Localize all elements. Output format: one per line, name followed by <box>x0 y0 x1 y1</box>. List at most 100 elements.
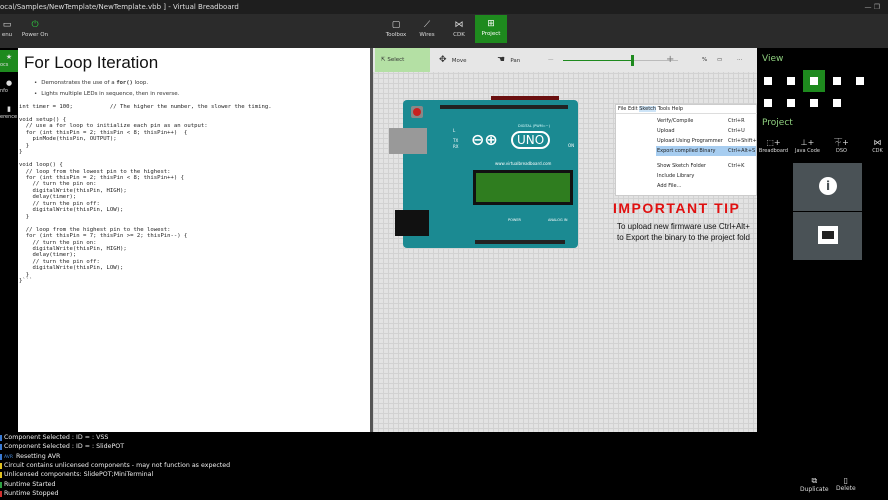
menu-item-include-library[interactable]: Include Library <box>656 171 756 181</box>
canvas-toolbar: ⇱ Select ✥ Move ☚ Pan — + % ▭ ··· <box>373 48 757 72</box>
more-button[interactable]: ··· <box>737 48 742 72</box>
menu-item-show-folder[interactable]: Show Sketch Folder Ctrl+K <box>656 161 756 171</box>
info-icon: i <box>819 177 837 195</box>
zoom-slider-thumb[interactable] <box>631 55 634 66</box>
add-java-code-button[interactable]: ⊥+ Java Code <box>791 138 824 154</box>
l-led-label: L <box>453 128 456 133</box>
info-tile[interactable]: i <box>793 163 862 211</box>
menu-edit[interactable]: Edit <box>628 106 638 112</box>
log-text: Unlicensed components: SlidePOT;MiniTerm… <box>4 471 154 479</box>
view-layout-button[interactable] <box>780 70 802 92</box>
cdk-project-button[interactable]: ⋈ CDK <box>861 138 888 154</box>
view-layout-button[interactable] <box>780 92 802 114</box>
log-text: Component Selected : ID = : SlidePOT <box>4 443 125 451</box>
menu-item-export-binary[interactable]: Export compiled Binary Ctrl+Alt+S <box>656 146 756 156</box>
analog-label: ANALOG IN <box>548 218 568 222</box>
breadboard-canvas[interactable]: ⇱ Select ✥ Move ☚ Pan — + % ▭ ··· DIGITA… <box>373 48 757 432</box>
log-line: Component Selected : ID = : SlidePOT <box>4 443 124 450</box>
pan-tool[interactable]: ☚ Pan <box>497 48 520 72</box>
trash-icon: ▯ <box>843 476 849 485</box>
duplicate-button[interactable]: ⧉ Duplicate <box>800 476 829 493</box>
log-line: Component Selected : ID = : VSS <box>4 434 108 441</box>
hand-icon: ☚ <box>497 55 506 65</box>
nav-info[interactable]: ● nfo <box>0 76 18 98</box>
book-icon: ▮ <box>7 105 11 113</box>
log-line: AVR Resetting AVR <box>4 453 60 460</box>
log-level-marker <box>0 435 2 441</box>
tip-text: to Export the binary to the project fold <box>617 233 750 242</box>
log-level-marker <box>0 462 2 469</box>
doc-title: For Loop Iteration <box>24 53 159 72</box>
breadboard-add-icon: ⬚+ <box>766 138 781 147</box>
cdk-button[interactable]: ⋈ CDK <box>447 16 471 46</box>
menu-sketch[interactable]: Sketch <box>639 106 657 112</box>
menu-button[interactable]: ▭ enu <box>0 16 14 46</box>
dso-add-icon: ⏇+ <box>834 138 849 147</box>
avr-badge: AVR <box>4 454 13 460</box>
power-header <box>475 240 565 244</box>
arduino-logo: ⊖⊕ <box>471 130 498 149</box>
toolbox-icon: ▢ <box>391 20 401 30</box>
project-icon: ⊞ <box>487 19 495 29</box>
log-text: Runtime Started <box>4 480 56 488</box>
nav-docs[interactable]: ★ ocs <box>0 50 18 72</box>
view-title: View <box>762 54 784 64</box>
sketch-menu: File Edit Sketch Tools Help Verify/Compi… <box>615 104 757 196</box>
log-text: Resetting AVR <box>16 452 61 460</box>
view-layout-button[interactable] <box>803 92 825 114</box>
log-level-marker <box>0 472 2 479</box>
docs-panel: For Loop Iteration Demonstrates the use … <box>18 48 370 432</box>
wires-icon: ⟋ <box>423 20 431 30</box>
digital-header <box>440 105 568 109</box>
menu-item-upload-programmer[interactable]: Upload Using Programmer Ctrl+Shift+ <box>656 136 757 146</box>
log-line: Circuit contains unlicensed components -… <box>4 462 230 469</box>
view-layout-button[interactable] <box>757 70 779 92</box>
window-controls[interactable]: — ❐ <box>864 0 880 14</box>
view-layout-button[interactable] <box>826 92 848 114</box>
menu-bar: File Edit Sketch Tools Help <box>616 105 757 114</box>
fit-screen-icon[interactable]: ▭ <box>717 48 722 72</box>
chip-tile[interactable] <box>793 212 862 260</box>
left-nav: ★ ocs ● nfo ▮ erence <box>0 48 18 432</box>
on-led-label: ON <box>568 143 575 148</box>
view-layout-button[interactable] <box>849 70 871 92</box>
usb-port <box>389 128 427 154</box>
project-button[interactable]: ⊞ Project <box>475 15 507 43</box>
nav-reference[interactable]: ▮ erence <box>0 102 18 124</box>
menu-tools[interactable]: Tools <box>658 106 670 112</box>
mcu-module <box>473 170 573 205</box>
toolbox-button[interactable]: ▢ Toolbox <box>383 16 409 46</box>
add-dso-button[interactable]: ⏇+ DSO <box>825 138 858 154</box>
view-layout-button[interactable] <box>757 92 779 114</box>
zoom-out-button[interactable]: — <box>548 48 554 72</box>
zoom-slider-fill <box>563 60 632 61</box>
code-block: int timer = 100; // The higher the numbe… <box>19 104 272 285</box>
select-tool[interactable]: ⇱ Select <box>375 48 430 72</box>
power-label: POWER <box>508 218 521 222</box>
reset-button[interactable] <box>411 106 423 118</box>
log-level-marker <box>0 453 2 460</box>
menu-help[interactable]: Help <box>672 106 683 112</box>
arduino-uno-board[interactable]: DIGITAL (PWM=~) ⊖⊕ UNO L TX RX ON www.vi… <box>389 100 578 248</box>
rx-led-label: RX <box>453 144 459 149</box>
zoom-slider[interactable] <box>563 55 678 66</box>
zoom-in-button[interactable]: + <box>666 48 674 72</box>
doc-bullet: Demonstrates the use of a for() loop. <box>34 80 148 86</box>
menu-item-verify[interactable]: Verify/Compile Ctrl+R <box>656 116 756 126</box>
view-layout-button[interactable] <box>826 70 848 92</box>
inline-code: for() <box>116 80 133 86</box>
move-tool[interactable]: ✥ Move <box>439 48 467 72</box>
digital-label: DIGITAL (PWM=~) <box>518 124 550 128</box>
wires-button[interactable]: ⟋ Wires <box>415 16 439 46</box>
output-log: Component Selected : ID = : VSS Component… <box>0 432 780 500</box>
menu-item-upload[interactable]: Upload Ctrl+U <box>656 126 756 136</box>
view-layout-button[interactable] <box>803 70 825 92</box>
log-level-marker <box>0 444 2 451</box>
delete-button[interactable]: ▯ Delete <box>836 476 856 492</box>
log-level-marker <box>0 490 2 497</box>
power-on-button[interactable]: ⏻ Power On <box>20 16 50 46</box>
menu-item-add-file[interactable]: Add File... <box>656 181 756 191</box>
menu-file[interactable]: File <box>618 106 626 112</box>
log-text: Runtime Stopped <box>4 489 59 497</box>
add-breadboard-button[interactable]: ⬚+ Breadboard <box>757 138 790 154</box>
